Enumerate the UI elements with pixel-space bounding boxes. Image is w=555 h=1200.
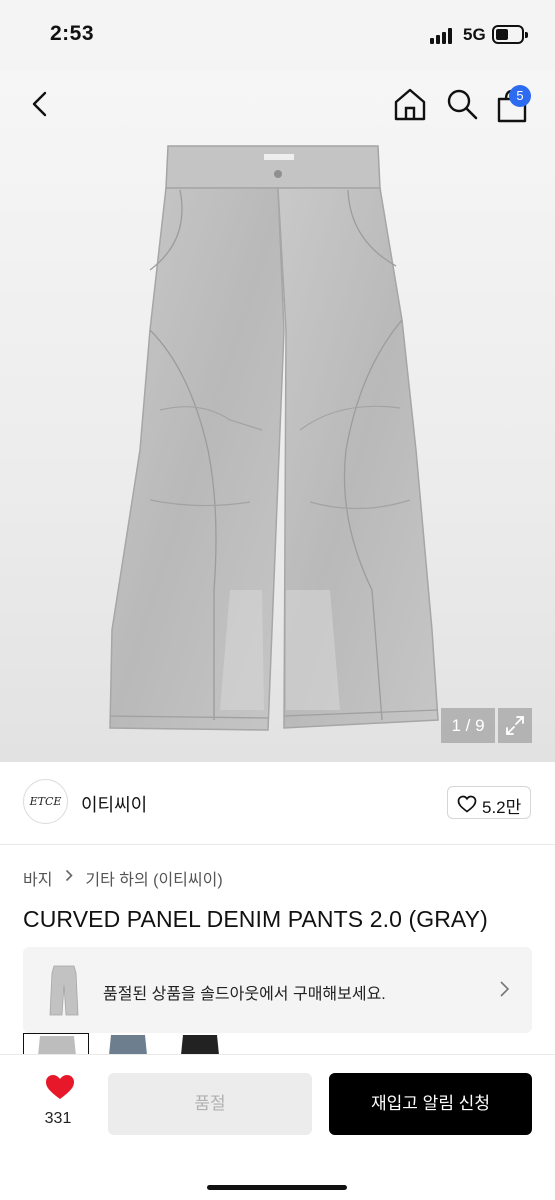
product-title: CURVED PANEL DENIM PANTS 2.0 (GRAY) — [23, 906, 488, 932]
divider — [0, 844, 555, 845]
brand-like-button[interactable]: 5.2만 — [447, 786, 531, 819]
heart-filled-icon — [46, 1075, 74, 1099]
product-like-count: 331 — [44, 1110, 72, 1127]
soldout-banner[interactable]: 품절된 상품을 솔드아웃에서 구매해보세요. — [23, 947, 532, 1033]
breadcrumb-category[interactable]: 바지 — [23, 866, 52, 890]
chevron-right-icon — [65, 869, 73, 887]
home-indicator — [207, 1185, 347, 1190]
image-counter: 1 / 9 — [441, 708, 495, 743]
cart-count-badge: 5 — [509, 85, 531, 107]
back-button[interactable] — [24, 88, 56, 120]
network-label: 5G — [463, 25, 486, 44]
product-image-gallery[interactable] — [0, 70, 555, 762]
bottom-action-bar: 331 품절 재입고 알림 신청 — [0, 1054, 555, 1200]
breadcrumb: 바지 기타 하의 (이티씨이) — [23, 866, 223, 890]
expand-icon — [506, 716, 524, 735]
color-option-black[interactable] — [167, 1033, 233, 1055]
brand-row[interactable]: ETCE 이티씨이 5.2만 — [0, 762, 555, 844]
search-icon — [447, 89, 478, 120]
home-icon — [394, 88, 426, 121]
home-button[interactable] — [392, 86, 428, 122]
status-bar: 2:53 5G — [0, 0, 555, 70]
brand-logo[interactable]: ETCE — [23, 779, 68, 824]
restock-alert-button[interactable]: 재입고 알림 신청 — [329, 1073, 532, 1135]
signal-icon — [430, 28, 454, 44]
breadcrumb-subcategory[interactable]: 기타 하의 (이티씨이) — [85, 866, 222, 890]
product-image — [109, 145, 439, 731]
banner-product-thumbnail — [40, 963, 88, 1018]
status-time: 2:53 — [50, 22, 95, 45]
color-option-gray[interactable] — [23, 1033, 89, 1055]
heart-outline-icon — [457, 795, 477, 813]
expand-image-button[interactable] — [498, 708, 532, 743]
color-option-strip[interactable] — [23, 1033, 543, 1055]
search-button[interactable] — [444, 86, 480, 122]
brand-like-count: 5.2만 — [482, 798, 522, 817]
like-product-button[interactable]: 331 — [38, 1073, 78, 1141]
soldout-button: 품절 — [108, 1073, 312, 1135]
soldout-banner-text: 품절된 상품을 솔드아웃에서 구매해보세요. — [103, 986, 386, 1003]
battery-icon — [492, 25, 528, 44]
color-option-blue[interactable] — [95, 1033, 161, 1055]
chevron-right-icon — [500, 981, 510, 997]
chevron-left-icon — [32, 91, 47, 117]
brand-name[interactable]: 이티씨이 — [81, 791, 147, 817]
